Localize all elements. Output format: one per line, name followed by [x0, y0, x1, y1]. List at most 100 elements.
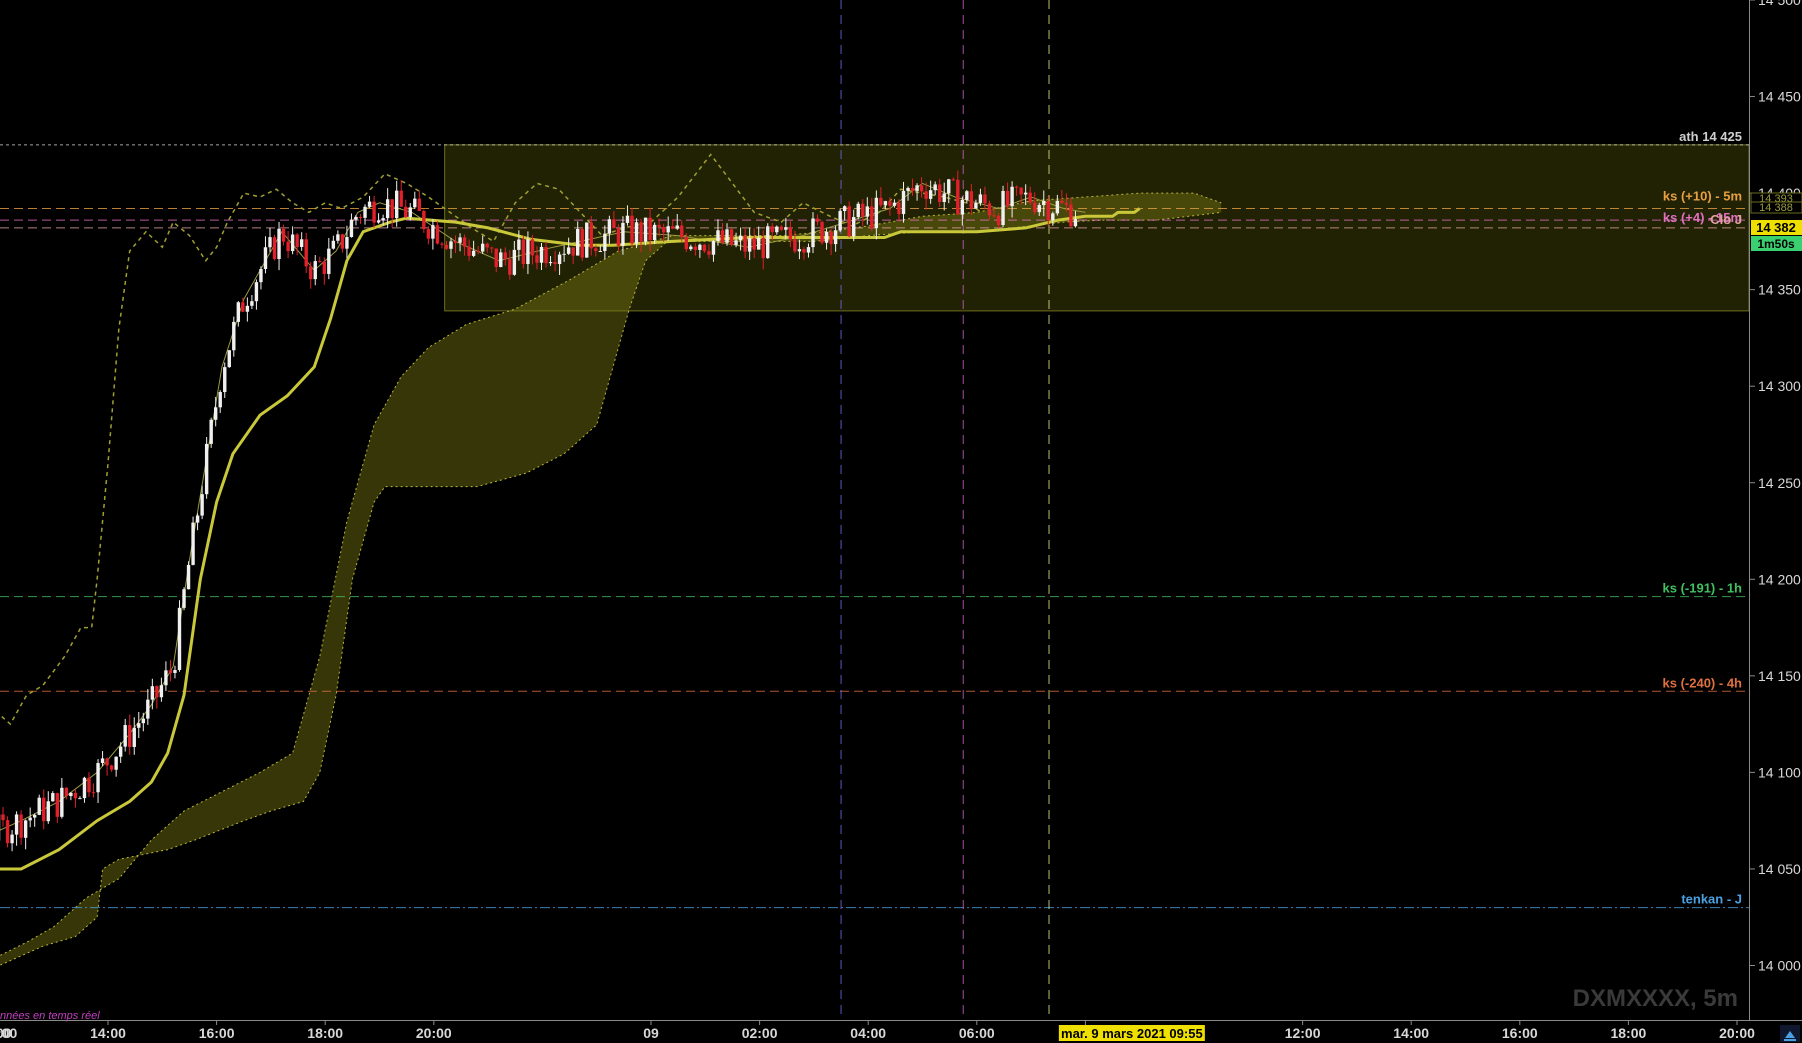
candle-body — [241, 302, 245, 312]
candle-body — [978, 194, 983, 203]
candle-body — [399, 190, 403, 207]
candle-body — [327, 248, 331, 274]
candle-body — [956, 179, 960, 215]
candle-body — [802, 249, 806, 253]
candle-body — [666, 226, 670, 233]
candle-body — [345, 237, 349, 249]
level-label: ath 14 425 — [1679, 129, 1742, 144]
candle-body — [680, 225, 684, 238]
candle-body — [91, 792, 96, 794]
candle-body — [974, 202, 978, 209]
candle-body — [915, 185, 919, 191]
candle-body — [1051, 213, 1055, 221]
candle-body — [390, 199, 394, 219]
candle-body — [770, 226, 774, 233]
candle-body — [996, 215, 1001, 226]
candle-body — [517, 239, 521, 250]
candle-body — [607, 219, 612, 234]
y-tick-label: 14 200 — [1758, 571, 1801, 587]
candle-body — [571, 247, 575, 256]
candle-body — [919, 185, 924, 192]
scroll-corner-icon[interactable] — [1780, 1025, 1800, 1042]
candle-body — [32, 814, 37, 818]
candle-body — [702, 244, 707, 252]
candle-body — [87, 777, 91, 793]
candle-body — [625, 215, 630, 223]
candle-body — [888, 201, 892, 206]
candle-body — [173, 669, 177, 673]
candle-body — [204, 443, 209, 495]
level-label: ks (+10) - 5m — [1663, 189, 1742, 204]
candle-body — [512, 249, 517, 275]
candle-body — [381, 218, 385, 221]
candle-body — [526, 239, 530, 265]
candle-body — [73, 792, 78, 799]
candle-body — [508, 259, 512, 275]
candle-body — [630, 215, 634, 244]
y-tick-label: 14 300 — [1758, 378, 1801, 394]
candle-body — [340, 234, 345, 249]
candle-body — [707, 251, 711, 255]
candle-body — [693, 246, 698, 250]
candle-body — [499, 252, 503, 267]
candle-body — [503, 252, 507, 260]
candle-body — [177, 607, 182, 670]
candle-body — [209, 419, 213, 444]
candle-body — [37, 797, 41, 815]
candle-body — [404, 206, 408, 218]
candle-body — [987, 203, 992, 216]
candle-body — [852, 217, 856, 237]
candle-body — [612, 219, 616, 229]
y-tick-label: 14 150 — [1758, 668, 1801, 684]
candle-body — [426, 229, 431, 239]
candle-body — [856, 203, 860, 218]
x-tick-label: 18:00 — [1610, 1025, 1646, 1041]
candle-body — [698, 244, 702, 250]
candle-body — [19, 814, 23, 838]
candle-body — [146, 699, 150, 719]
candle-body — [1042, 200, 1046, 206]
candle-body — [318, 261, 322, 263]
candle-body — [842, 206, 847, 212]
candle-body — [1069, 204, 1073, 227]
candle-body — [544, 246, 548, 264]
candle-body — [720, 230, 725, 243]
candle-body — [530, 239, 535, 256]
x-tick-label: 04:00 — [850, 1025, 886, 1041]
candle-body — [906, 187, 910, 191]
candle-body — [295, 234, 299, 247]
candle-body — [200, 494, 204, 516]
x-tick-label: 14:00 — [1393, 1025, 1429, 1041]
candle-body — [385, 199, 390, 219]
candle-body — [299, 239, 304, 247]
candle-body — [277, 228, 281, 259]
candle-body — [1023, 192, 1028, 195]
candle-body — [440, 243, 444, 245]
candle-body — [1060, 200, 1064, 203]
cursor-time-tag: mar. 9 mars 2021 09:55 — [1058, 1025, 1205, 1041]
x-tick-label: 06:00 — [959, 1025, 995, 1041]
candle-body — [829, 231, 833, 245]
candle-body — [648, 217, 652, 241]
candle-body — [951, 179, 955, 181]
candle-body — [372, 201, 376, 223]
candle-body — [960, 199, 965, 215]
candle-body — [779, 226, 784, 230]
candle-body — [218, 392, 222, 408]
candle-body — [671, 226, 675, 229]
candle-body — [458, 237, 462, 243]
candle-body — [494, 248, 498, 267]
candle-body — [1, 814, 5, 821]
candle-body — [657, 224, 661, 228]
candle-body — [937, 184, 942, 202]
candle-body — [594, 248, 598, 252]
candle-body — [861, 203, 865, 217]
candle-body — [585, 222, 589, 258]
candle-body — [449, 241, 453, 249]
candle-body — [1010, 186, 1014, 207]
candle-body — [775, 226, 779, 233]
candle-body — [675, 225, 679, 229]
candle-body — [46, 801, 50, 822]
candle-body — [892, 202, 897, 206]
y-tick-label: 14 250 — [1758, 475, 1801, 491]
